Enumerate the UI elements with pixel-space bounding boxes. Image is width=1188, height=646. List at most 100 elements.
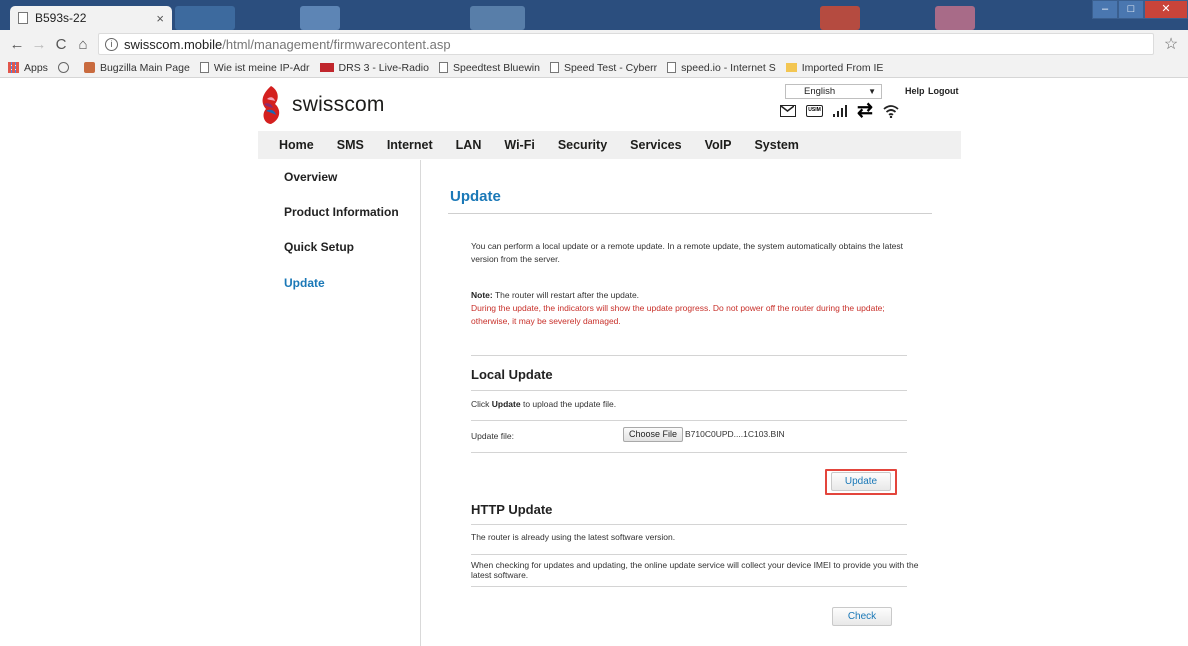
apps-grid-icon [8,62,19,73]
window-controls: – □ ✕ [1092,0,1188,19]
browser-titlebar: B593s-22 × – □ ✕ [0,0,1188,30]
history-icon [57,62,69,73]
url-host: swisscom.mobile [124,36,223,52]
sidebar-item-product-information[interactable]: Product Information [284,205,399,219]
main-nav: Home SMS Internet LAN Wi-Fi Security Ser… [258,131,961,159]
browser-tab[interactable]: B593s-22 × [10,6,172,30]
signal-icon [833,105,847,117]
language-select[interactable]: English ▼ [785,84,882,99]
divider [471,420,907,421]
swisscom-logo[interactable]: swisscom [258,84,385,126]
background-window-decoration [470,6,525,30]
bookmark-imported-folder[interactable]: Imported From IE [785,61,884,74]
url-path: /html/management/firmwarecontent.asp [222,36,451,52]
sidebar-item-quick-setup[interactable]: Quick Setup [284,240,354,254]
check-button[interactable]: Check [832,607,892,626]
page-icon [18,12,28,24]
background-window-decoration [820,6,860,30]
update-file-label: Update file: [471,431,514,441]
close-window-button[interactable]: ✕ [1144,0,1188,19]
imei-notice: When checking for updates and updating, … [471,560,919,580]
background-window-decoration [935,6,975,30]
bookmark-speedtest-bluewin[interactable]: Speedtest Bluewin [438,61,540,74]
page-icon [667,62,677,73]
intro-text: You can perform a local update or a remo… [471,241,904,264]
bugzilla-icon [83,62,95,73]
bookmark-label: speed.io - Internet S [681,61,776,74]
bookmark-bugzilla[interactable]: Bugzilla Main Page [83,61,190,74]
nav-voip[interactable]: VoIP [705,138,732,152]
usim-icon: USIM [806,105,823,117]
tab-title: B593s-22 [35,11,87,25]
choose-file-button[interactable]: Choose File [623,427,684,442]
instruction-prefix: Click [471,399,492,409]
bookmark-label: DRS 3 - Live-Radio [338,61,429,74]
bookmark-speedio[interactable]: speed.io - Internet S [667,62,776,74]
logo-text: swisscom [292,93,385,116]
minimize-button[interactable]: – [1092,0,1118,19]
swisscom-logo-icon [262,86,280,124]
nav-services[interactable]: Services [630,138,681,152]
http-update-heading: HTTP Update [471,502,553,517]
page-title: Update [450,188,501,205]
bookmark-star-icon[interactable]: ☆ [1160,34,1182,54]
instruction-bold: Update [491,399,521,409]
background-window-decoration [175,6,235,30]
warning-text: During the update, the indicators will s… [471,303,885,326]
address-bar: ← → C ⌂ i swisscom.mobile/html/managemen… [0,30,1188,58]
update-button[interactable]: Update [831,472,891,491]
bookmark-label: Speedtest Bluewin [452,61,540,74]
home-icon[interactable]: ⌂ [72,36,94,53]
forward-icon[interactable]: → [28,36,50,53]
mail-icon[interactable] [780,105,796,117]
nav-internet[interactable]: Internet [387,138,433,152]
bookmark-speedtest-cyberr[interactable]: Speed Test - Cyberr [549,61,658,74]
divider [471,586,907,587]
nav-system[interactable]: System [754,138,798,152]
bookmark-label: Wie ist meine IP-Adr [213,61,310,74]
help-link[interactable]: Help [905,86,925,96]
note-label: Note: [471,290,493,300]
bookmark-drs3[interactable]: DRS 3 - Live-Radio [319,61,429,74]
chevron-down-icon: ▼ [868,87,876,96]
logout-link[interactable]: Logout [928,86,959,96]
divider [471,452,907,453]
page-icon [438,62,448,73]
sidebar-item-overview[interactable]: Overview [284,170,337,184]
divider [471,524,907,525]
reload-icon[interactable]: C [50,36,72,53]
bookmarks-bar: Apps Bugzilla Main Page Wie ist meine IP… [0,58,1188,78]
local-update-instruction: Click Update to upload the update file. [471,398,921,411]
nav-lan[interactable]: LAN [456,138,482,152]
info-icon[interactable]: i [105,37,118,51]
nav-sms[interactable]: SMS [337,138,364,152]
nav-wifi[interactable]: Wi-Fi [504,138,534,152]
note-text: Note: The router will restart after the … [471,289,921,302]
status-icons: USIM ⇄ [780,100,899,121]
background-window-decoration [300,6,340,30]
sidebar-item-update[interactable]: Update [284,276,325,290]
wifi-icon [883,105,899,118]
nav-security[interactable]: Security [558,138,607,152]
http-update-status: The router is already using the latest s… [471,532,676,542]
divider [471,554,907,555]
bookmark-history[interactable] [57,62,74,73]
page-icon [199,62,209,73]
language-value: English [804,86,836,97]
instruction-suffix: to upload the update file. [520,399,617,409]
transfer-icon: ⇄ [857,100,873,121]
bookmark-label: Speed Test - Cyberr [563,61,658,74]
bookmark-apps[interactable]: Apps [8,62,48,74]
tab-close-icon[interactable]: × [156,11,164,26]
bookmark-label: Bugzilla Main Page [99,61,190,74]
page-icon [549,62,559,73]
selected-file-name: B710C0UPD....1C103.BIN [685,429,785,439]
bookmark-label: Imported From IE [801,61,884,74]
back-icon[interactable]: ← [6,36,28,53]
nav-home[interactable]: Home [279,138,314,152]
restore-button[interactable]: □ [1118,0,1144,19]
bookmark-ip[interactable]: Wie ist meine IP-Adr [199,61,310,74]
url-input[interactable]: i swisscom.mobile/html/management/firmwa… [98,33,1154,55]
divider [471,390,907,391]
local-update-heading: Local Update [471,367,553,382]
